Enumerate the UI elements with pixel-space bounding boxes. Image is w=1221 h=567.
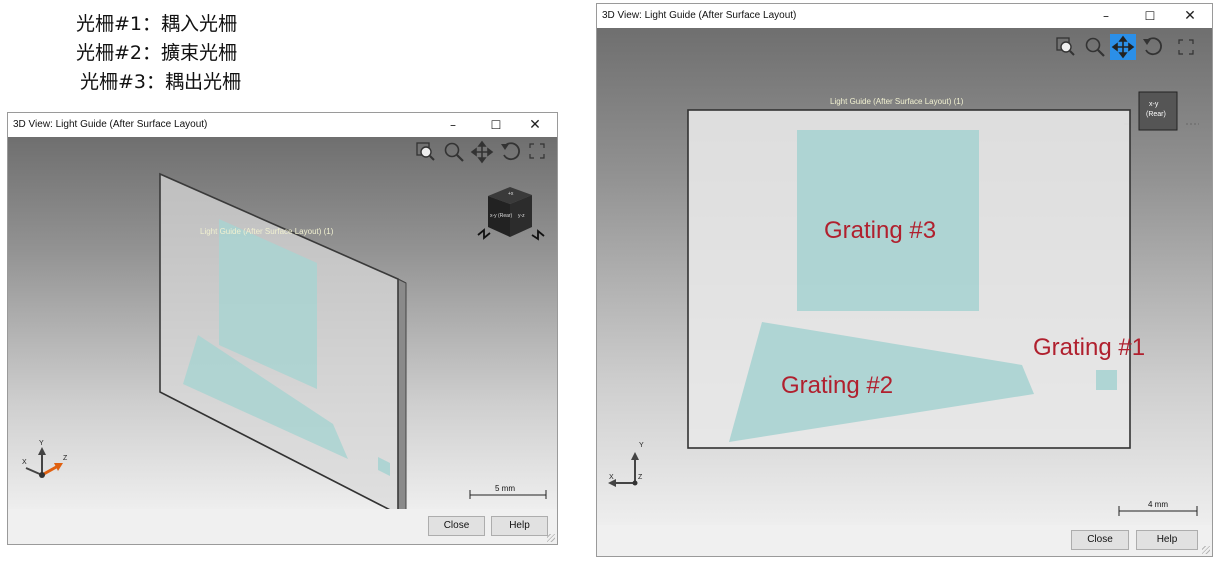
left-3d-viewport[interactable]: x-y (Rear) y-z +x Light Guide (After Sur…: [8, 137, 557, 509]
axis-y-label: Y: [39, 440, 44, 447]
right-viewport-canvas: x-y (Rear) Light Guide (After Surface La…: [608, 34, 1199, 516]
zoom-window-icon[interactable]: [416, 142, 435, 161]
zoom-icon[interactable]: [1085, 37, 1105, 57]
left-viewport-label: Light Guide (After Surface Layout) (1): [200, 227, 334, 236]
right-window-title: 3D View: Light Guide (After Surface Layo…: [602, 10, 797, 21]
grating-2-label: Grating #2: [781, 372, 893, 399]
left-minimize-button[interactable]: –: [435, 113, 471, 137]
right-resize-grip[interactable]: [1202, 546, 1210, 554]
zoom-window-icon[interactable]: [1056, 37, 1075, 56]
view-cube-face-sub: (Rear): [1146, 111, 1166, 118]
axis-x-label: X: [609, 474, 614, 481]
view-cube[interactable]: x-y (Rear): [1124, 91, 1199, 131]
left-close-window-button[interactable]: ✕: [517, 113, 553, 137]
right-close-button[interactable]: Close: [1071, 530, 1129, 550]
left-footer: Close Help: [8, 509, 557, 544]
right-maximize-button[interactable]: ☐: [1132, 4, 1168, 28]
right-close-window-button[interactable]: ✕: [1172, 4, 1208, 28]
scale-label: 4 mm: [1148, 500, 1168, 509]
right-viewport-label: Light Guide (After Surface Layout) (1): [830, 97, 964, 106]
left-maximize-button[interactable]: ☐: [478, 113, 514, 137]
view-cube-face: x-y: [1149, 101, 1159, 108]
grating-1-shape: [1096, 370, 1117, 390]
scale-label: 5 mm: [495, 484, 515, 493]
grating-3-label: Grating #3: [824, 217, 936, 244]
axis-z-label: Z: [638, 474, 643, 481]
left-close-button[interactable]: Close: [428, 516, 485, 536]
legend-grating-1: 光柵#1：耦入光柵: [76, 13, 238, 35]
legend-grating-3: 光柵#3：耦出光柵: [80, 71, 242, 93]
rotate-icon[interactable]: [501, 142, 520, 161]
left-viewport-canvas: x-y (Rear) y-z +x Light Guide (After Sur…: [22, 140, 547, 509]
cube-face-yz: y-z: [518, 213, 525, 219]
axis-triad: Y X Z: [608, 442, 644, 487]
left-resize-grip[interactable]: [547, 534, 555, 542]
fit-view-icon[interactable]: [1178, 39, 1194, 55]
right-title-bar: 3D View: Light Guide (After Surface Layo…: [597, 4, 1212, 28]
right-footer: Close Help: [597, 525, 1212, 556]
left-help-button[interactable]: Help: [491, 516, 548, 536]
zoom-icon[interactable]: [444, 142, 464, 162]
pan-icon[interactable]: [470, 140, 494, 164]
scale-bar: 5 mm: [469, 484, 547, 499]
right-help-button[interactable]: Help: [1136, 530, 1198, 550]
axis-triad: Y X Z: [22, 440, 68, 478]
fit-view-icon[interactable]: [529, 143, 545, 159]
cube-face-rear: x-y (Rear): [490, 213, 513, 219]
left-window-title: 3D View: Light Guide (After Surface Layo…: [13, 119, 208, 130]
right-3d-view-window: 3D View: Light Guide (After Surface Layo…: [596, 3, 1213, 557]
axis-z-label: Z: [63, 455, 68, 462]
grating-legend: 光柵#1：耦入光柵 光柵#2：擴束光柵 光柵#3：耦出光柵: [76, 10, 316, 97]
left-3d-view-window: 3D View: Light Guide (After Surface Layo…: [7, 112, 558, 545]
rotate-icon[interactable]: [1143, 37, 1162, 56]
view-cube[interactable]: x-y (Rear) y-z +x: [477, 187, 545, 241]
right-minimize-button[interactable]: –: [1088, 4, 1124, 28]
axis-x-label: X: [22, 459, 27, 466]
scale-bar: 4 mm: [1118, 500, 1198, 516]
right-3d-viewport[interactable]: x-y (Rear) Light Guide (After Surface La…: [597, 28, 1212, 525]
grating-1-label: Grating #1: [1033, 334, 1145, 361]
legend-grating-2: 光柵#2：擴束光柵: [76, 42, 238, 64]
left-title-bar: 3D View: Light Guide (After Surface Layo…: [8, 113, 557, 137]
axis-y-label: Y: [639, 442, 644, 449]
cube-face-top: +x: [508, 191, 514, 197]
